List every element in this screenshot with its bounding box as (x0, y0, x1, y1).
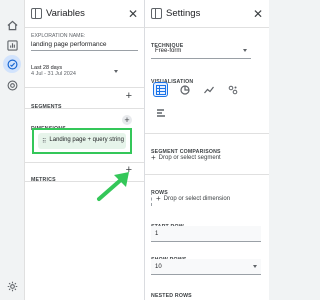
exploration-name-input[interactable]: landing page performance (31, 41, 138, 51)
donut-icon (179, 84, 190, 95)
explore-icon[interactable] (5, 57, 19, 71)
divider (145, 133, 269, 134)
settings-title: Settings (166, 8, 201, 19)
exploration-name-section: EXPLORATION NAME: landing page performan… (31, 33, 138, 51)
segments-label: SEGMENTS (31, 104, 62, 110)
collapse-panel-icon[interactable] (31, 8, 42, 19)
drag-handle-icon[interactable]: ⠿ (42, 138, 47, 145)
segment-drop-target[interactable]: + Drop or select segment (151, 151, 261, 165)
highlight-box: ⠿ Landing page + query string (32, 128, 132, 154)
arrow-annotation-icon (97, 172, 129, 201)
variables-panel: Variables ✕ EXPLORATION NAME: landing pa… (24, 0, 144, 300)
line-vis-button[interactable] (201, 82, 216, 97)
home-icon[interactable] (5, 18, 19, 32)
chevron-down-icon (243, 49, 247, 52)
donut-vis-button[interactable] (177, 82, 192, 97)
technique-select[interactable]: Free-form (151, 43, 251, 59)
reports-icon[interactable] (5, 38, 19, 52)
exploration-name-label: EXPLORATION NAME: (31, 33, 86, 39)
date-range-value: 4 Jul - 31 Jul 2024 (31, 71, 76, 77)
table-icon (155, 84, 166, 95)
dimension-chip[interactable]: ⠿ Landing page + query string (38, 133, 126, 149)
plus-icon: + (156, 194, 161, 203)
divider (145, 174, 269, 175)
nested-rows-label: NESTED ROWS (151, 293, 192, 299)
advertising-icon[interactable] (5, 78, 19, 92)
divider (25, 162, 144, 163)
line-chart-icon (203, 86, 214, 93)
plus-icon: + (151, 153, 156, 162)
segment-drop-text: Drop or select segment (158, 155, 221, 161)
date-range-selector[interactable]: Last 28 days 4 Jul - 31 Jul 2024 (31, 65, 138, 77)
divider (25, 108, 144, 109)
scatter-vis-button[interactable] (225, 82, 240, 97)
dimension-chip-label: Landing page + query string (49, 137, 124, 144)
divider (25, 87, 144, 88)
table-vis-button[interactable] (153, 82, 168, 97)
settings-header: Settings ✕ (145, 0, 269, 28)
bar-icon (156, 108, 165, 117)
variables-title: Variables (46, 8, 85, 19)
chevron-down-icon (253, 265, 257, 268)
collapse-panel-icon[interactable] (151, 8, 162, 19)
close-icon[interactable]: ✕ (253, 8, 263, 20)
dimension-drop-target[interactable]: + Drop or select dimension (151, 192, 261, 206)
technique-value: Free-form (155, 47, 182, 54)
show-rows-select[interactable]: 10 (151, 259, 261, 275)
close-icon[interactable]: ✕ (128, 8, 138, 20)
nav-rail (0, 0, 24, 300)
start-row-input[interactable]: 1 (151, 226, 261, 242)
show-rows-value: 10 (155, 263, 162, 270)
settings-gear-icon[interactable] (5, 279, 19, 293)
scatter-icon (228, 85, 237, 94)
settings-panel: Settings ✕ TECHNIQUE Free-form VISUALISA… (144, 0, 269, 300)
add-segment-button[interactable]: + (126, 91, 132, 102)
add-dimension-button[interactable]: + (122, 115, 132, 125)
bar-vis-button[interactable] (153, 105, 168, 120)
dimension-drop-text: Drop or select dimension (163, 196, 231, 202)
variables-header: Variables ✕ (25, 0, 144, 28)
chevron-down-icon (114, 69, 118, 73)
